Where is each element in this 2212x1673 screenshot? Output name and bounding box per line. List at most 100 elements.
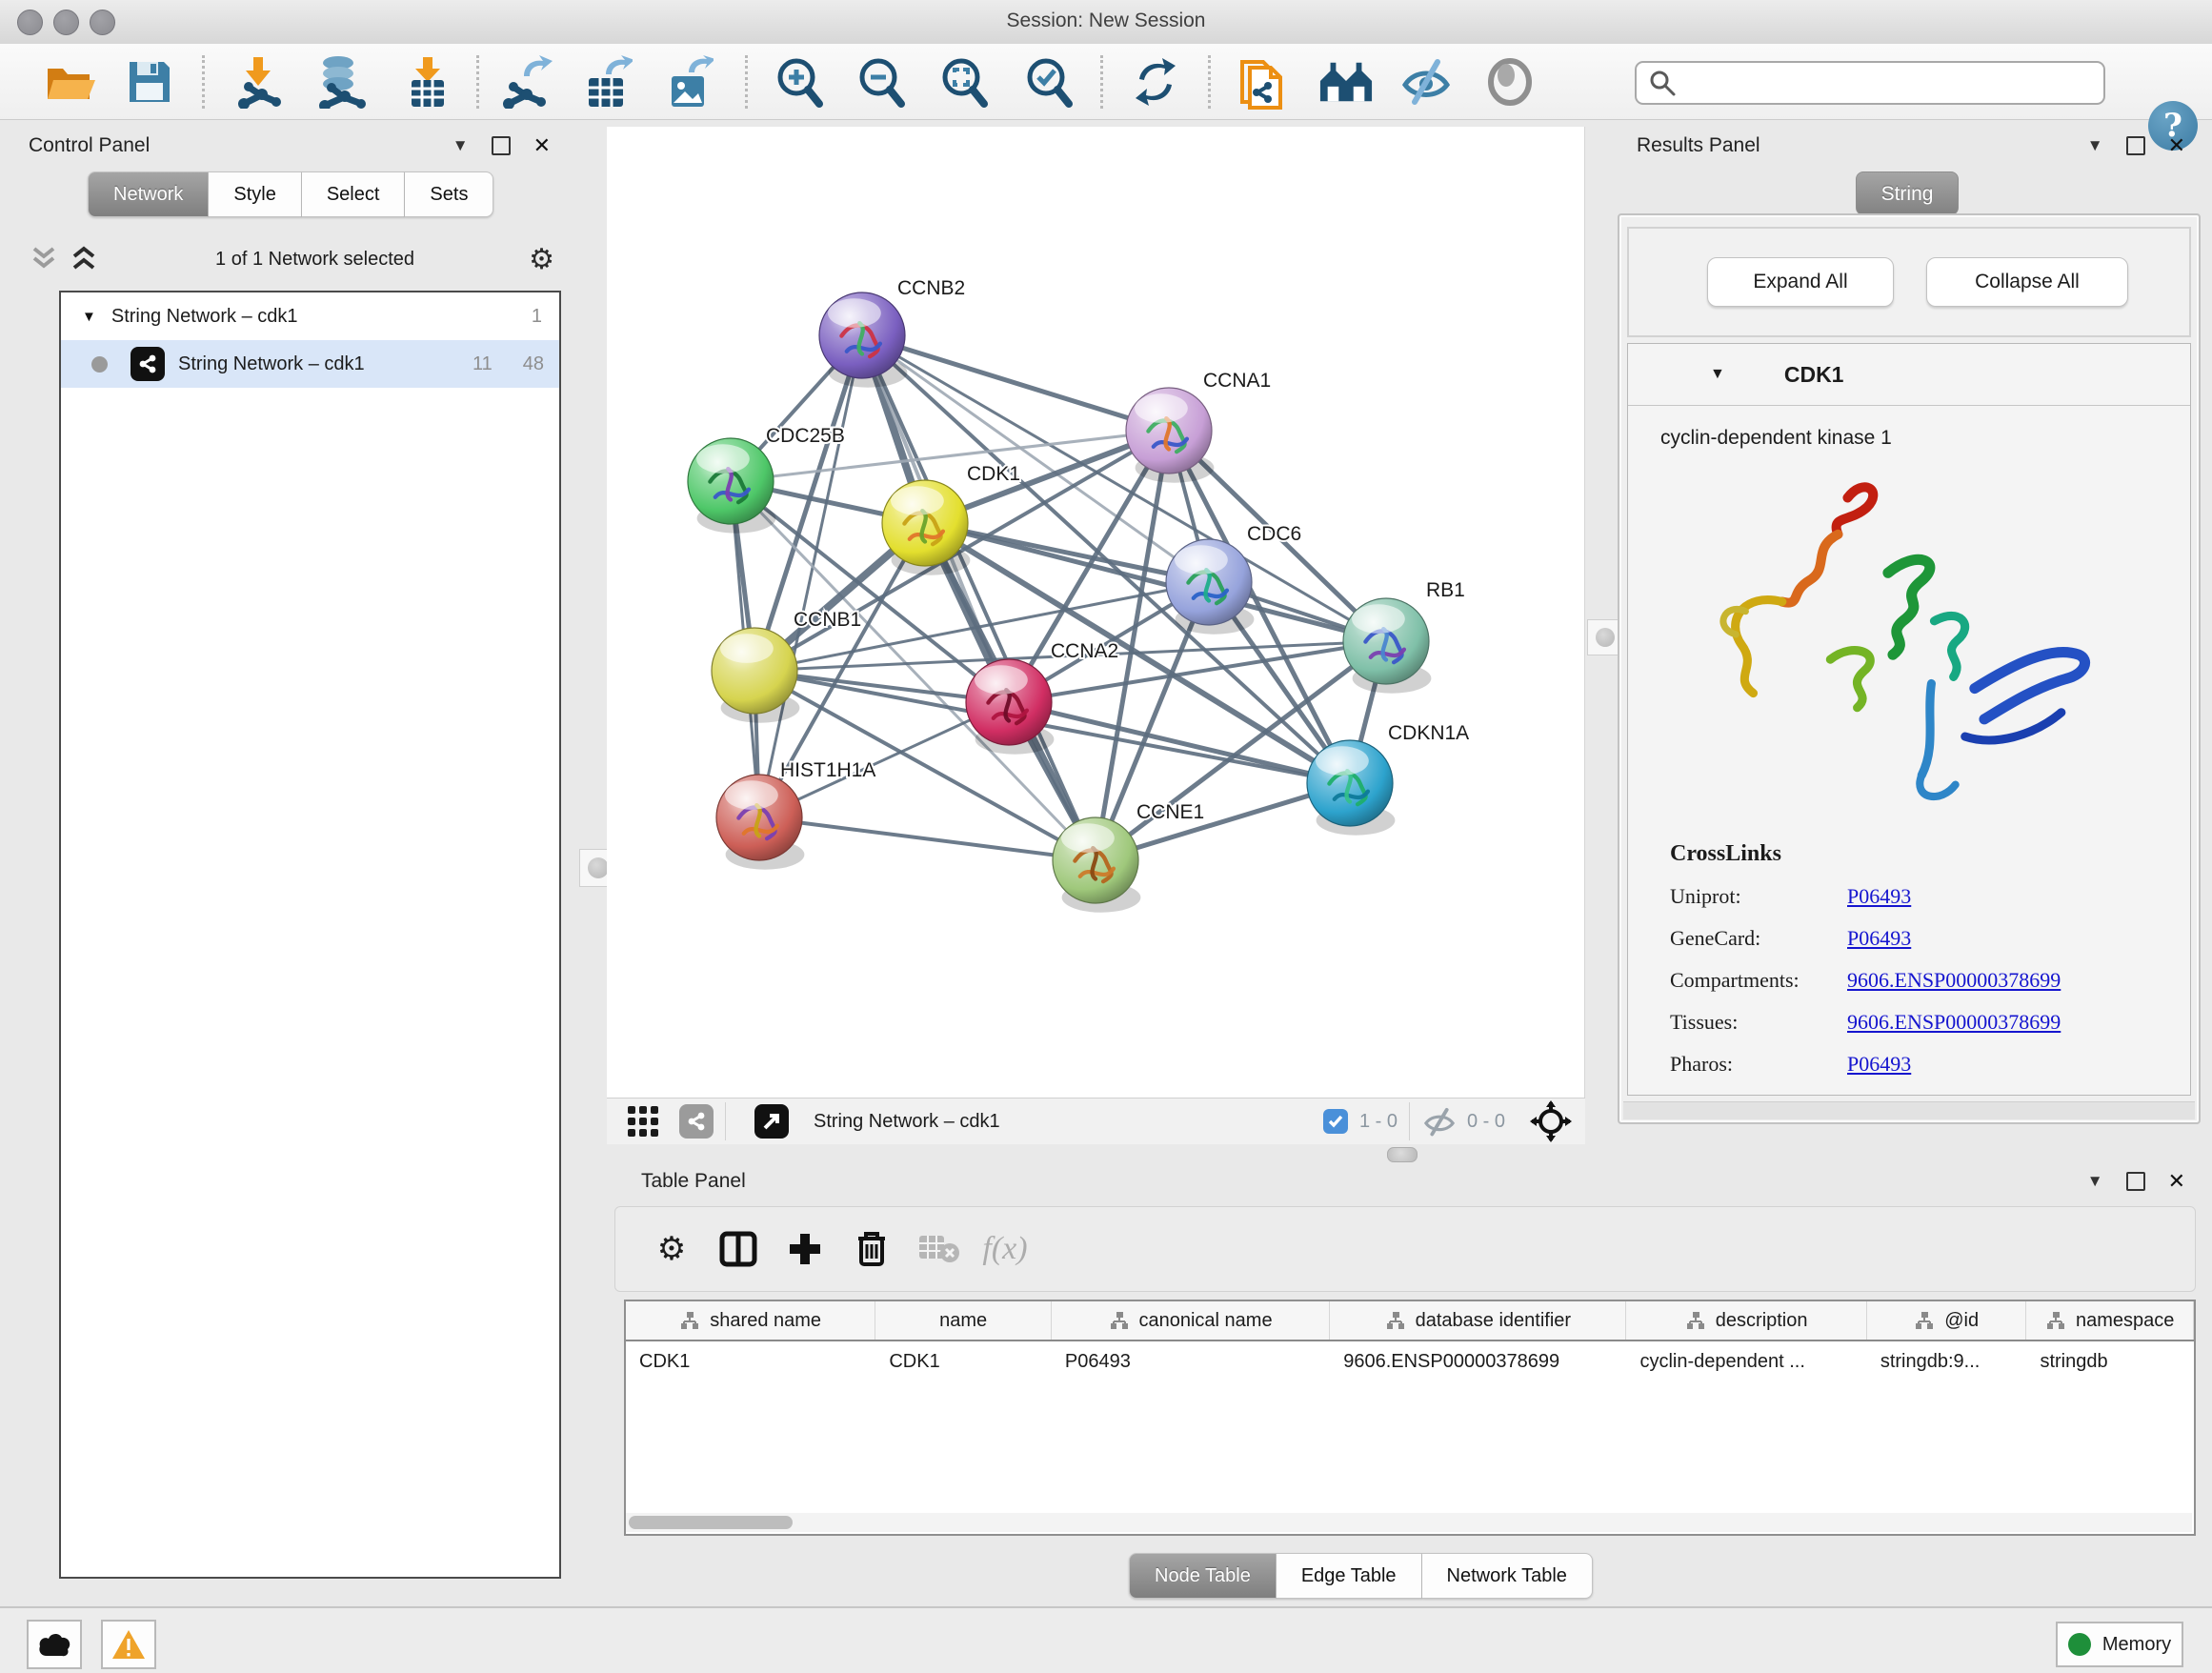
network-node-CDKN1A[interactable] — [1307, 740, 1395, 836]
collapse-all-button[interactable]: Collapse All — [1926, 257, 2128, 307]
tab-select[interactable]: Select — [302, 171, 406, 217]
tab-node-table[interactable]: Node Table — [1129, 1553, 1277, 1599]
tab-edge-table[interactable]: Edge Table — [1277, 1553, 1422, 1599]
column-header-namespace[interactable]: namespace — [2026, 1301, 2194, 1340]
warning-status-button[interactable] — [101, 1620, 156, 1669]
selected-checkbox-icon[interactable] — [1323, 1109, 1348, 1134]
show-columns-icon[interactable] — [705, 1218, 772, 1280]
refresh-button[interactable] — [1128, 54, 1183, 110]
network-node-HIST1H1A[interactable] — [716, 775, 804, 870]
section-expander-icon[interactable]: ▼ — [1710, 366, 1725, 383]
tab-network-table[interactable]: Network Table — [1422, 1553, 1593, 1599]
grid-view-icon[interactable] — [624, 1102, 662, 1140]
tab-network[interactable]: Network — [88, 171, 209, 217]
shared-column-tree-icon — [2045, 1311, 2066, 1330]
search-field[interactable] — [1635, 61, 2105, 105]
panel-menu-icon[interactable]: ▼ — [2087, 136, 2103, 155]
scrollbar-thumb[interactable] — [629, 1516, 793, 1529]
open-session-button[interactable] — [43, 54, 98, 110]
zoom-selected-button[interactable] — [1021, 54, 1076, 110]
table-cell[interactable]: CDK1 — [626, 1341, 875, 1381]
delete-column-icon[interactable] — [838, 1218, 905, 1280]
export-webpage-button[interactable] — [1235, 54, 1290, 110]
zoom-in-button[interactable] — [772, 54, 827, 110]
gene-section-header[interactable]: ▼ CDK1 — [1628, 344, 2190, 406]
expand-all-button[interactable]: Expand All — [1707, 257, 1894, 307]
crosslink-link[interactable]: 9606.ENSP00000378699 — [1847, 1010, 2061, 1035]
table-cell[interactable]: stringdb:9... — [1867, 1341, 2027, 1381]
crosslink-link[interactable]: P06493 — [1847, 884, 1911, 909]
tab-style[interactable]: Style — [209, 171, 301, 217]
table-cell[interactable]: cyclin-dependent ... — [1626, 1341, 1866, 1381]
table-cell[interactable]: 9606.ENSP00000378699 — [1330, 1341, 1626, 1381]
column-header-description[interactable]: description — [1626, 1301, 1866, 1340]
birds-eye-icon[interactable] — [679, 1104, 714, 1139]
tab-string[interactable]: String — [1856, 171, 1959, 215]
export-network-button[interactable] — [499, 54, 554, 110]
memory-button[interactable]: Memory — [2056, 1622, 2183, 1667]
panel-close-icon[interactable]: ✕ — [2168, 133, 2185, 158]
network-node-CCNA2[interactable] — [966, 659, 1054, 755]
network-node-CCNE1[interactable] — [1053, 817, 1140, 913]
fit-content-crosshair-icon[interactable] — [1530, 1100, 1572, 1142]
network-tree-item-row[interactable]: String Network – cdk1 11 48 — [61, 340, 559, 388]
network-node-CCNB1[interactable] — [712, 628, 799, 723]
network-node-RB1[interactable] — [1343, 598, 1431, 694]
gear-icon[interactable]: ⚙ — [529, 243, 554, 276]
search-input[interactable] — [1677, 65, 2103, 101]
table-cell[interactable]: CDK1 — [875, 1341, 1052, 1381]
results-scrollbar[interactable] — [1623, 1101, 2195, 1119]
save-session-button[interactable] — [122, 54, 177, 110]
network-tree-root-row[interactable]: ▼ String Network – cdk1 1 — [61, 292, 559, 340]
panel-float-icon[interactable] — [492, 136, 511, 155]
protein-structure-image — [1683, 457, 2102, 823]
import-network-file-button[interactable] — [231, 54, 286, 110]
hide-unhide-button[interactable] — [1398, 54, 1454, 110]
network-canvas[interactable]: CCNB2CCNA1CDC25BCDK1CDC6RB1CCNB1CCNA2CDK… — [607, 127, 1585, 1098]
crosslink-link[interactable]: P06493 — [1847, 1052, 1911, 1077]
panel-close-icon[interactable]: ✕ — [2168, 1169, 2185, 1194]
zoom-out-button[interactable] — [854, 54, 909, 110]
horizontal-splitter-grip[interactable] — [1387, 1147, 1418, 1162]
column-header-canonical-name[interactable]: canonical name — [1052, 1301, 1330, 1340]
network-overview-button[interactable] — [1318, 54, 1374, 110]
zoom-fit-button[interactable] — [936, 54, 992, 110]
network-node-CCNB2[interactable] — [819, 292, 907, 388]
import-network-database-button[interactable] — [312, 54, 368, 110]
column-header-database-identifier[interactable]: database identifier — [1330, 1301, 1626, 1340]
column-header-shared-name[interactable]: shared name — [626, 1301, 875, 1340]
gray-sphere-button[interactable] — [1482, 54, 1538, 110]
table-cell[interactable]: P06493 — [1052, 1341, 1330, 1381]
tab-sets[interactable]: Sets — [405, 171, 493, 217]
panel-menu-icon[interactable]: ▼ — [452, 136, 469, 155]
panel-menu-icon[interactable]: ▼ — [2087, 1172, 2103, 1191]
crosslink-link[interactable]: P06493 — [1847, 926, 1911, 951]
export-table-button[interactable] — [579, 54, 634, 110]
crosslink-link[interactable]: 9606.ENSP00000378699 — [1847, 968, 2061, 993]
table-cell[interactable]: stringdb — [2026, 1341, 2194, 1381]
network-node-CDK1[interactable] — [882, 480, 970, 575]
column-header-name[interactable]: name — [875, 1301, 1052, 1340]
expand-all-icon[interactable] — [69, 245, 101, 273]
open-in-window-icon[interactable] — [754, 1104, 789, 1139]
import-network-icon — [232, 55, 284, 109]
network-node-CDC6[interactable] — [1166, 539, 1254, 635]
panel-float-icon[interactable] — [2126, 1172, 2145, 1191]
column-header--id[interactable]: @id — [1867, 1301, 2027, 1340]
add-column-icon[interactable] — [772, 1218, 838, 1280]
import-table-button[interactable] — [400, 54, 455, 110]
toolbar-separator — [1208, 55, 1211, 109]
network-node-CCNA1[interactable] — [1126, 388, 1214, 483]
cloud-status-button[interactable] — [27, 1620, 82, 1669]
control-panel-header: Control Panel ▼ ✕ — [10, 127, 564, 165]
table-horizontal-scrollbar[interactable] — [626, 1513, 2192, 1532]
panel-close-icon[interactable]: ✕ — [533, 133, 551, 158]
collapse-all-icon[interactable] — [29, 245, 61, 273]
tree-expander-icon[interactable]: ▼ — [82, 309, 96, 325]
panel-float-icon[interactable] — [2126, 136, 2145, 155]
network-node-CDC25B[interactable] — [688, 438, 775, 534]
table-settings-gear-icon[interactable]: ⚙ — [638, 1218, 705, 1280]
export-image-button[interactable] — [661, 54, 716, 110]
eye-slash-icon — [1399, 58, 1453, 106]
table-row[interactable]: CDK1CDK1P064939606.ENSP00000378699cyclin… — [626, 1341, 2194, 1381]
